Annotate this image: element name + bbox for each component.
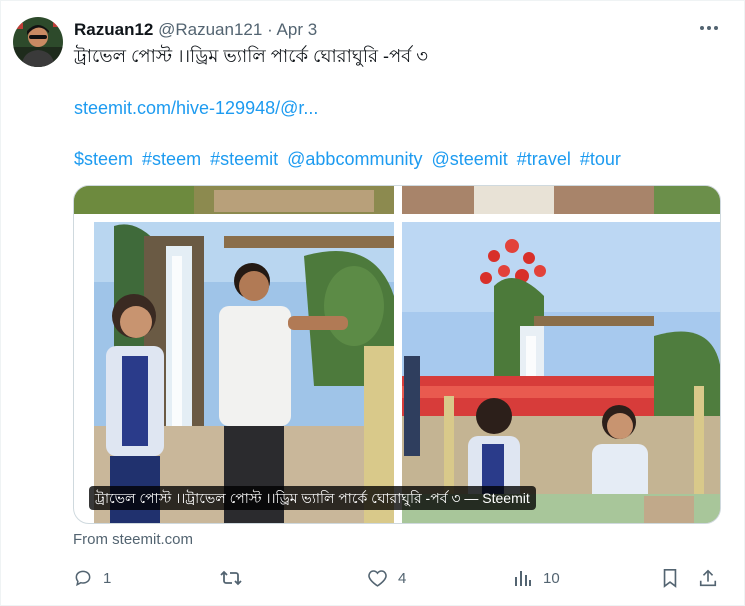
reply-button[interactable]: 1 <box>73 563 111 593</box>
reply-icon <box>73 568 93 588</box>
retweet-icon <box>219 568 243 588</box>
post-header: Razuan12 @Razuan121 · Apr 3 <box>74 19 317 41</box>
bookmark-icon <box>661 568 679 588</box>
card-caption: ট্রাভেল পোস্ট ।।ট্রাভেল পোস্ট ।।ড্রিম ভ্… <box>89 486 536 510</box>
post-link[interactable]: steemit.com/hive-129948/@r... <box>74 96 318 120</box>
mention-link[interactable]: @abbcommunity <box>287 149 422 169</box>
separator: · <box>267 20 273 39</box>
more-icon[interactable] <box>696 15 722 41</box>
tag-link[interactable]: #steem <box>142 149 201 169</box>
avatar[interactable] <box>13 17 63 67</box>
view-count: 10 <box>543 569 560 587</box>
views-icon <box>513 568 533 588</box>
mention-link[interactable]: @steemit <box>431 149 507 169</box>
user-handle[interactable]: @Razuan121 <box>158 20 262 39</box>
reply-count: 1 <box>103 569 112 587</box>
share-icon <box>698 568 718 588</box>
retweet-button[interactable] <box>219 563 253 593</box>
views-button[interactable]: 10 <box>513 563 560 593</box>
post-title: ট্রাভেল পোস্ট ।।ড্রিম ভ্যালি পার্কে ঘোরা… <box>74 46 428 66</box>
post-tags: $steem #steem #steemit @abbcommunity @st… <box>74 147 625 171</box>
link-preview-card[interactable]: ট্রাভেল পোস্ট ।।ট্রাভেল পোস্ট ।।ড্রিম ভ্… <box>73 185 721 524</box>
action-bar: 1 4 10 <box>1 563 745 593</box>
bookmark-button[interactable] <box>661 563 679 593</box>
post-container: Razuan12 @Razuan121 · Apr 3 ট্রাভেল পোস্… <box>0 0 745 606</box>
tag-link[interactable]: #steemit <box>210 149 278 169</box>
tag-link[interactable]: #travel <box>517 149 571 169</box>
like-button[interactable]: 4 <box>367 563 406 593</box>
like-count: 4 <box>398 569 407 587</box>
display-name[interactable]: Razuan12 <box>74 20 153 39</box>
preview-image <box>74 186 720 523</box>
tag-link[interactable]: #tour <box>580 149 621 169</box>
card-source[interactable]: From steemit.com <box>73 530 193 550</box>
tag-link[interactable]: $steem <box>74 149 133 169</box>
heart-icon <box>367 568 388 588</box>
post-date[interactable]: Apr 3 <box>277 20 318 39</box>
share-button[interactable] <box>698 563 718 593</box>
